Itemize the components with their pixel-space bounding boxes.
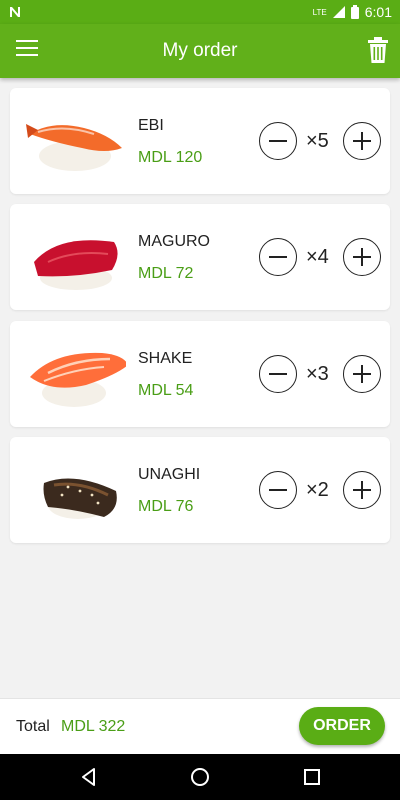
notification-icon: [10, 7, 20, 17]
increase-quantity-button[interactable]: [343, 355, 381, 393]
item-quantity: ×4: [306, 246, 329, 268]
status-time: 6:01: [364, 4, 392, 20]
trash-icon[interactable]: [368, 37, 388, 63]
item-price: MDL 120: [138, 149, 203, 166]
order-button[interactable]: ORDER: [299, 707, 385, 745]
order-item-maguro: MAGURO MDL 72 ×4: [10, 204, 390, 310]
increase-quantity-button[interactable]: [343, 471, 381, 509]
decrease-quantity-button[interactable]: [259, 471, 297, 509]
maguro-sushi-image: [34, 240, 118, 290]
item-price: MDL 72: [138, 265, 194, 282]
network-label: LTE: [312, 7, 327, 17]
item-name: UNAGHI: [138, 466, 201, 483]
item-quantity: ×5: [306, 130, 329, 152]
back-icon[interactable]: [78, 766, 100, 788]
order-item-ebi: EBI MDL 120 ×5: [10, 88, 390, 194]
status-bar: LTE 6:01: [0, 0, 400, 24]
decrease-quantity-button[interactable]: [259, 238, 297, 276]
recents-icon[interactable]: [301, 766, 323, 788]
item-price: MDL 54: [138, 382, 194, 399]
increase-quantity-button[interactable]: [343, 122, 381, 160]
system-navigation-bar: [0, 754, 400, 800]
home-icon[interactable]: [189, 766, 211, 788]
decrease-quantity-button[interactable]: [259, 355, 297, 393]
order-summary-bar: Total MDL 322 ORDER: [0, 698, 400, 754]
total-label: Total: [16, 718, 50, 735]
item-quantity: ×2: [306, 479, 329, 501]
item-name: SHAKE: [138, 350, 193, 367]
app-bar: My order: [0, 24, 400, 78]
page-title: My order: [162, 40, 238, 61]
order-item-shake: SHAKE MDL 54 ×3: [10, 321, 390, 427]
battery-icon: [350, 5, 359, 19]
item-price: MDL 76: [138, 498, 194, 515]
item-quantity: ×3: [306, 363, 329, 385]
unaghi-sushi-image: [43, 478, 117, 519]
order-item-unaghi: UNAGHI MDL 76 ×2: [10, 437, 390, 543]
signal-icon: [332, 6, 345, 18]
item-name: EBI: [138, 117, 164, 134]
increase-quantity-button[interactable]: [343, 238, 381, 276]
shake-sushi-image: [30, 352, 126, 407]
item-name: MAGURO: [138, 233, 210, 250]
total-value: MDL 322: [61, 718, 126, 735]
decrease-quantity-button[interactable]: [259, 122, 297, 160]
ebi-sushi-image: [26, 124, 122, 171]
